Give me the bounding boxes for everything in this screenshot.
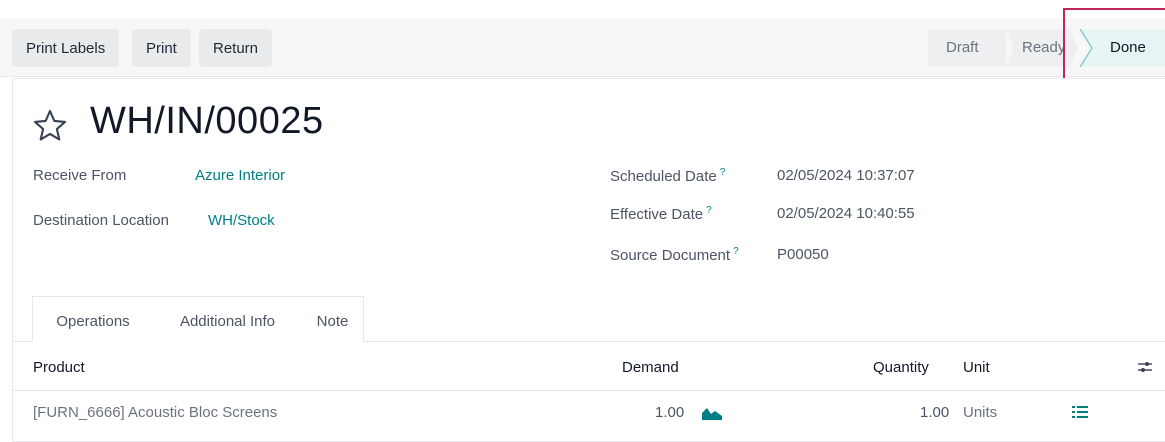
record-title: WH/IN/00025 <box>90 100 324 142</box>
help-icon[interactable]: ? <box>720 167 726 178</box>
receive-from-value[interactable]: Azure Interior <box>195 167 285 184</box>
source-document-label: Source Document? <box>610 246 739 264</box>
receive-from-label: Receive From <box>33 167 127 184</box>
header-divider <box>12 390 1165 391</box>
tab-additional-info[interactable]: Additional Info <box>153 296 303 342</box>
column-settings-icon[interactable] <box>1137 359 1153 375</box>
destination-value[interactable]: WH/Stock <box>208 212 275 229</box>
column-quantity[interactable]: Quantity <box>873 359 929 376</box>
destination-label: Destination Location <box>33 212 169 229</box>
tab-operations[interactable]: Operations <box>32 296 154 342</box>
column-demand[interactable]: Demand <box>622 359 679 376</box>
scheduled-date-value[interactable]: 02/05/2024 10:37:07 <box>777 167 915 184</box>
scheduled-date-label: Scheduled Date? <box>610 167 726 185</box>
quantity-cell[interactable]: 1.00 <box>920 404 949 421</box>
details-list-icon[interactable] <box>1072 405 1088 419</box>
product-cell[interactable]: [FURN_6666] Acoustic Bloc Screens <box>33 404 277 421</box>
print-button[interactable]: Print <box>132 29 191 67</box>
forecast-chart-icon[interactable] <box>702 406 722 420</box>
star-icon[interactable] <box>32 108 68 144</box>
unit-cell[interactable]: Units <box>963 404 997 421</box>
demand-cell[interactable]: 1.00 <box>655 404 684 421</box>
help-icon[interactable]: ? <box>733 246 739 257</box>
column-unit[interactable]: Unit <box>963 359 990 376</box>
print-labels-button[interactable]: Print Labels <box>12 29 120 67</box>
source-document-value[interactable]: P00050 <box>777 246 829 263</box>
status-draft[interactable]: Draft <box>928 29 1006 67</box>
effective-date-value[interactable]: 02/05/2024 10:40:55 <box>777 205 915 222</box>
tab-note[interactable]: Note <box>302 296 364 342</box>
effective-date-label: Effective Date? <box>610 205 712 223</box>
column-product[interactable]: Product <box>33 359 85 376</box>
highlight-box <box>1063 8 1165 88</box>
return-button[interactable]: Return <box>199 29 273 67</box>
help-icon[interactable]: ? <box>706 205 712 216</box>
